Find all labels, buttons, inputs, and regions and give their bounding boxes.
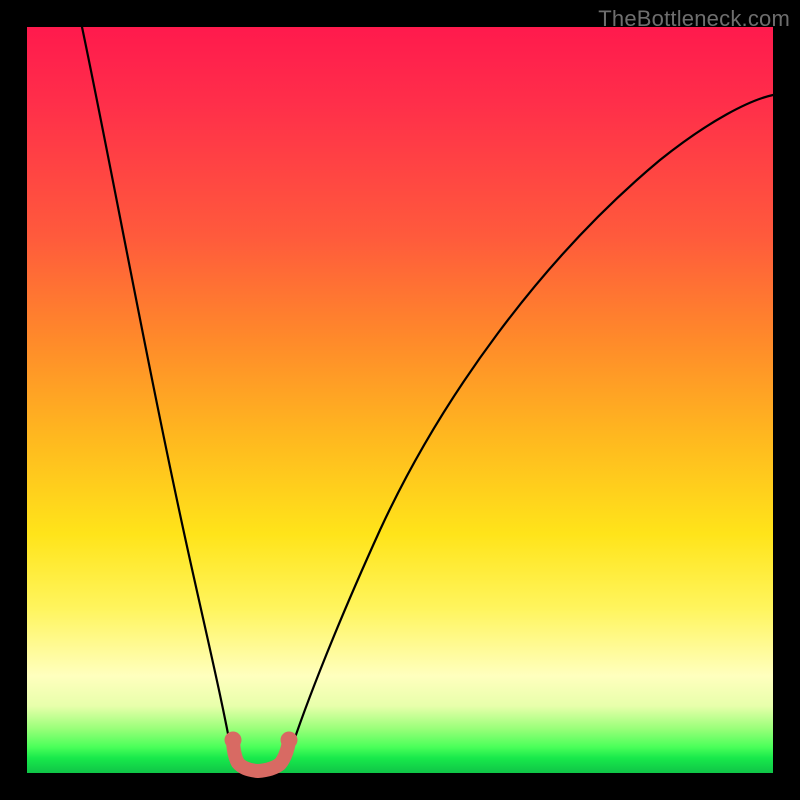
curve-right bbox=[287, 95, 773, 762]
curve-left bbox=[82, 27, 233, 760]
highlight-dot-left bbox=[225, 732, 242, 749]
highlight-u bbox=[233, 742, 289, 771]
chart-curves bbox=[0, 0, 800, 800]
watermark-text: TheBottleneck.com bbox=[598, 6, 790, 32]
highlight-dot-right bbox=[281, 732, 298, 749]
chart-stage: TheBottleneck.com bbox=[0, 0, 800, 800]
